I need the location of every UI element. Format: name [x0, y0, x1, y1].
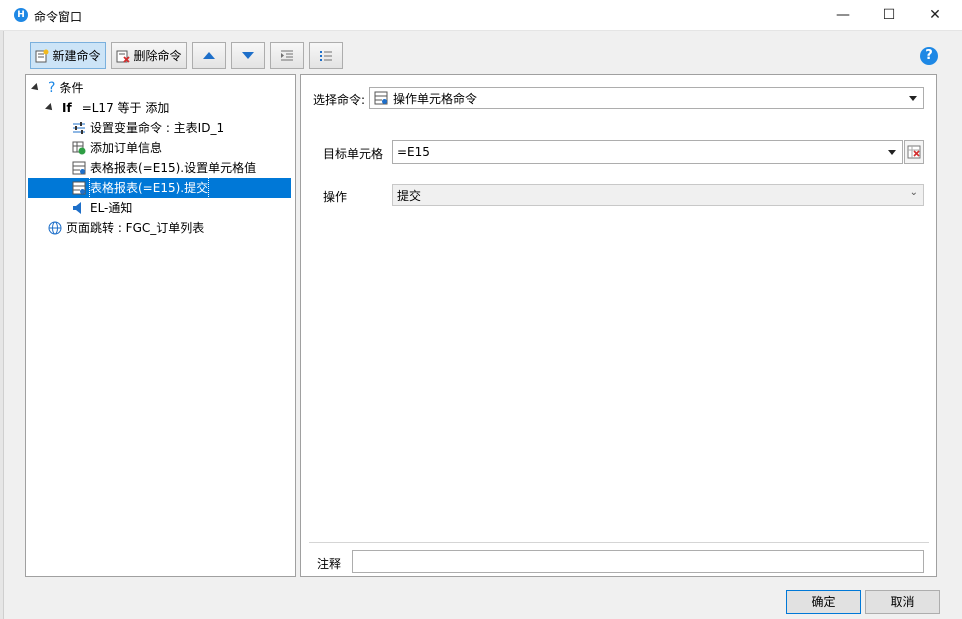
chevron-down-icon — [909, 96, 917, 101]
arrow-down-icon — [242, 52, 254, 59]
select-command-value: 操作单元格命令 — [393, 91, 478, 106]
select-command-dropdown[interactable]: 操作单元格命令 — [369, 87, 924, 109]
tree-item-set-cell-value[interactable]: 表格报表(=E15).设置单元格值 — [72, 158, 256, 178]
title-bar: H 命令窗口 — ☐ ✕ — [0, 0, 962, 31]
page-jump-label: 页面跳转 : FGC_订单列表 — [66, 221, 205, 235]
move-down-button[interactable] — [231, 42, 265, 69]
cell-command-icon — [72, 181, 86, 195]
target-cell-label: 目标单元格 — [323, 147, 384, 161]
collapse-icon[interactable] — [31, 83, 41, 93]
settings-sliders-icon — [72, 121, 86, 135]
tree-item-label: 设置变量命令 : 主表ID_1 — [90, 121, 225, 135]
tree-node-condition[interactable]: ? 条件 — [31, 78, 84, 98]
delete-command-label: 删除命令 — [133, 49, 182, 63]
help-icon[interactable]: ? — [920, 47, 938, 65]
command-tree[interactable]: ? 条件 If =L17 等于 添加 设置变量命令 : 主表ID_1 添加订单信… — [25, 74, 296, 577]
close-button[interactable]: ✕ — [912, 0, 958, 31]
cell-command-icon — [374, 91, 388, 105]
tree-node-page-jump[interactable]: 页面跳转 : FGC_订单列表 — [48, 218, 204, 238]
move-up-button[interactable] — [192, 42, 226, 69]
new-command-label: 新建命令 — [52, 49, 101, 63]
if-expression: =L17 等于 添加 — [81, 101, 170, 115]
tree-item-label: 表格报表(=E15).提交 — [88, 177, 210, 199]
list-icon — [319, 49, 333, 63]
tree-item-label: 添加订单信息 — [90, 141, 163, 155]
tree-item-label: EL-通知 — [90, 201, 133, 215]
window-title: 命令窗口 — [34, 10, 83, 24]
table-add-icon — [72, 141, 86, 155]
speaker-icon — [72, 201, 86, 215]
new-document-icon — [35, 49, 49, 63]
chevron-down-icon[interactable] — [888, 150, 896, 155]
minimize-button[interactable]: — — [820, 0, 866, 31]
indent-icon — [280, 49, 294, 63]
operation-label: 操作 — [323, 190, 348, 204]
cell-picker-button[interactable] — [904, 140, 924, 164]
if-keyword: If — [62, 101, 72, 115]
arrow-up-icon — [203, 52, 215, 59]
comment-label: 注释 — [317, 557, 342, 571]
comment-input[interactable] — [352, 550, 924, 573]
divider — [309, 542, 929, 543]
maximize-button[interactable]: ☐ — [866, 0, 912, 31]
cell-picker-icon — [907, 145, 921, 159]
chevron-down-icon: ⌄ — [909, 187, 918, 198]
tree-node-if[interactable]: If =L17 等于 添加 — [45, 98, 170, 118]
operation-value: 提交 — [397, 188, 422, 203]
command-editor: 选择命令: 操作单元格命令 目标单元格 =E15 操作 提交 ⌄ 注释 — [300, 74, 937, 577]
collapse-icon[interactable] — [45, 103, 55, 113]
delete-document-icon — [116, 49, 131, 63]
condition-label: 条件 — [59, 81, 84, 95]
cancel-button[interactable]: 取消 — [865, 590, 940, 614]
list-button[interactable] — [309, 42, 343, 69]
question-icon: ? — [48, 80, 56, 96]
select-command-label: 选择命令: — [313, 93, 366, 107]
globe-icon — [48, 221, 62, 235]
cell-command-icon — [72, 161, 86, 175]
ok-button[interactable]: 确定 — [786, 590, 861, 614]
indent-button[interactable] — [270, 42, 304, 69]
tree-item-set-variable[interactable]: 设置变量命令 : 主表ID_1 — [72, 118, 224, 138]
target-cell-input[interactable]: =E15 — [392, 140, 903, 164]
delete-command-button[interactable]: 删除命令 — [111, 42, 187, 69]
tree-item-notify[interactable]: EL-通知 — [72, 198, 132, 218]
tree-item-add-order[interactable]: 添加订单信息 — [72, 138, 162, 158]
tree-item-label: 表格报表(=E15).设置单元格值 — [90, 161, 257, 175]
tree-item-submit-selected[interactable]: 表格报表(=E15).提交 — [28, 177, 291, 199]
operation-dropdown[interactable]: 提交 ⌄ — [392, 184, 924, 206]
background-window-edge — [0, 31, 4, 619]
target-cell-value: =E15 — [397, 145, 430, 159]
app-icon: H — [14, 8, 28, 22]
new-command-button[interactable]: 新建命令 — [30, 42, 106, 69]
